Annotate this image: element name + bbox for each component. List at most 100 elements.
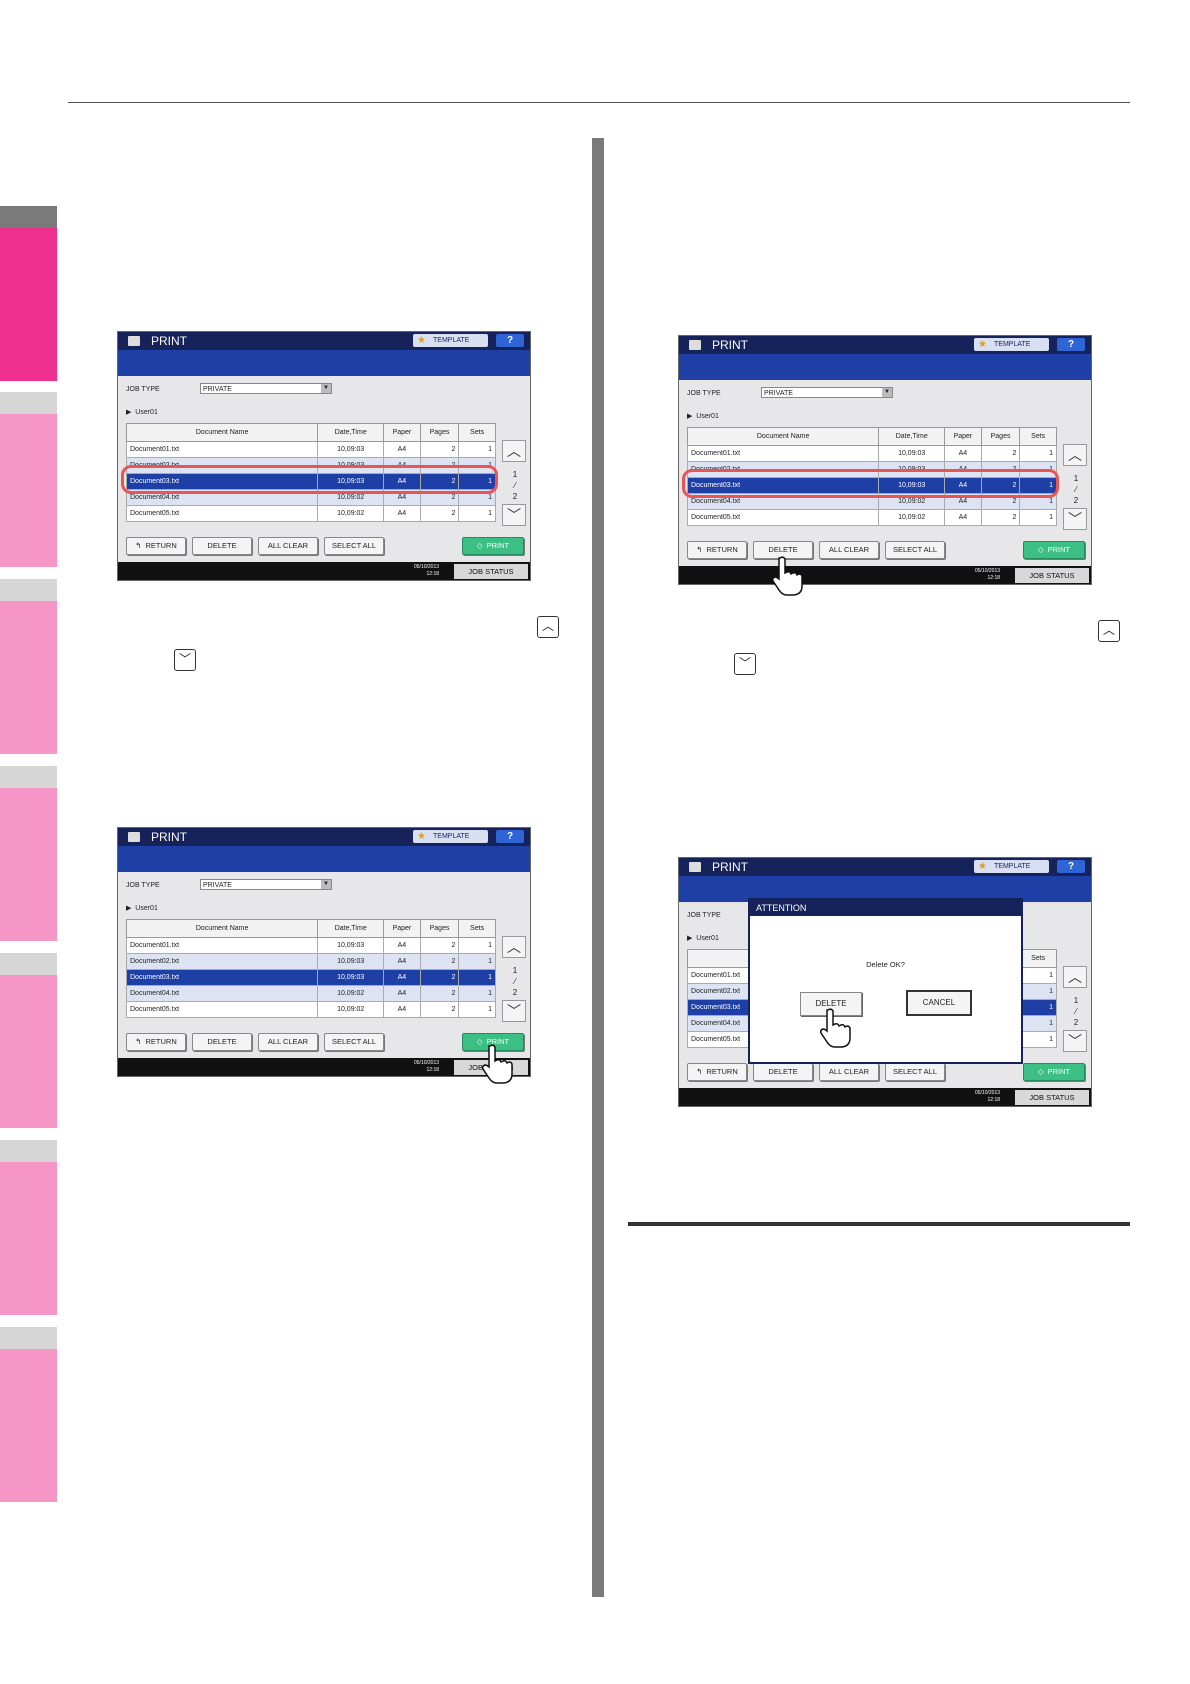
col-header[interactable]: Sets [1019,427,1057,446]
panel-title: PRINT [151,334,187,348]
template-button[interactable]: ★ TEMPLATE [413,830,488,843]
template-button[interactable]: ★ TEMPLATE [974,860,1049,873]
select-all-button[interactable]: SELECT ALL [324,537,384,555]
job-type-select[interactable]: PRIVATE ▼ [761,387,893,398]
scroll-up-button[interactable]: ︿ [502,440,526,462]
table-row[interactable]: Document05.txt10,09:02A421 [125,1001,496,1018]
help-button[interactable]: ? [1057,338,1085,351]
scroll-up-button[interactable]: ︿ [1063,444,1087,466]
cell-name: Document05.txt [125,1001,319,1018]
print-button[interactable]: ◇ PRINT [462,537,524,555]
scroll-down-button[interactable]: ﹀ [1063,1030,1087,1052]
job-type-label: JOB TYPE [126,386,160,393]
job-status-button[interactable]: JOB STATUS [1015,568,1089,583]
side-tab-1[interactable] [0,228,57,381]
side-tab-2[interactable] [0,414,57,567]
table-row[interactable]: Document05.txt10,09:02A421 [686,509,1057,526]
all-clear-button[interactable]: ALL CLEAR [258,537,318,555]
select-all-button[interactable]: SELECT ALL [885,1063,945,1081]
cell-name: Document01.txt [125,937,319,954]
col-header[interactable]: Document Name [125,919,319,938]
side-tab-top [0,766,57,788]
help-button[interactable]: ? [1057,860,1085,873]
return-button[interactable]: ↰ RETURN [687,1063,747,1081]
page-current: 1 [1073,474,1079,483]
side-tab-6[interactable] [0,1162,57,1315]
col-header[interactable]: Pages [419,919,460,938]
col-header[interactable]: Document Name [125,423,319,442]
clock-text: 05/10/2013 12:18 [975,1090,1001,1103]
job-type-value: PRIVATE [203,386,232,393]
table-row[interactable]: Document01.txt10,09:03A421 [125,937,496,954]
col-header[interactable]: Paper [383,919,421,938]
scroll-down-button[interactable]: ﹀ [502,1000,526,1022]
table-row[interactable]: Document02.txt10,09:03A421 [125,953,496,970]
screen-step3: PRINT ★ TEMPLATE ? JOB TYPE PRIVATE ▼ ▶ … [678,335,1092,585]
screen-step2: PRINT ★ TEMPLATE ? JOB TYPE PRIVATE ▼ ▶ … [117,827,531,1077]
col-header[interactable]: Paper [383,423,421,442]
table-row[interactable]: Document01.txt10,09:03A421 [125,441,496,458]
user-name: User01 [696,413,719,420]
return-arrow-icon: ↰ [696,1067,703,1076]
table-row[interactable]: Document05.txt10,09:02A421 [125,505,496,522]
select-all-button[interactable]: SELECT ALL [885,541,945,559]
clock: 05/10/2013 12:18 [414,1060,439,1074]
col-header[interactable]: Date,Time [878,427,946,446]
cell-name: Document05.txt [686,509,880,526]
template-button[interactable]: ★ TEMPLATE [974,338,1049,351]
screen-step1: PRINT ★ TEMPLATE ? JOB TYPE PRIVATE ▼ ▶ … [117,331,531,581]
return-button[interactable]: ↰ RETURN [126,1033,186,1051]
table-row[interactable]: Document03.txt10,09:03A421 [125,969,496,986]
col-header[interactable]: Pages [419,423,460,442]
col-header[interactable]: Date,Time [317,919,385,938]
job-type-select[interactable]: PRIVATE ▼ [200,879,332,890]
help-button[interactable]: ? [496,334,524,347]
job-status-button[interactable]: JOB STATUS [1015,1090,1089,1105]
return-button[interactable]: ↰ RETURN [126,537,186,555]
all-clear-button[interactable]: ALL CLEAR [819,1063,879,1081]
dialog-cancel-button[interactable]: CANCEL [906,990,972,1016]
print-button[interactable]: ◇ PRINT [1023,541,1085,559]
star-icon: ★ [417,831,426,842]
job-status-button[interactable]: JOB STATUS [454,564,528,579]
help-button[interactable]: ? [496,830,524,843]
cell-paper: A4 [944,509,982,526]
scroll-up-button[interactable]: ︿ [1063,966,1087,988]
cell-date: 10,09:03 [317,937,385,954]
col-header[interactable]: Sets [1019,949,1057,968]
scroll-up-button[interactable]: ︿ [502,936,526,958]
col-header[interactable]: Pages [980,427,1021,446]
col-header[interactable]: Date,Time [317,423,385,442]
scroll-down-button[interactable]: ﹀ [1063,508,1087,530]
col-header[interactable]: Sets [458,423,496,442]
panel-title-bar: PRINT ★ TEMPLATE ? [118,332,530,350]
printer-icon [128,832,140,842]
cell-name: Document04.txt [125,985,319,1002]
print-button[interactable]: ◇ PRINT [1023,1063,1085,1081]
table-row[interactable]: Document01.txt10,09:03A421 [686,445,1057,462]
col-header[interactable]: Paper [944,427,982,446]
cell-date: 10,09:02 [317,505,385,522]
side-tab-7[interactable] [0,1349,57,1502]
all-clear-button[interactable]: ALL CLEAR [258,1033,318,1051]
col-header[interactable]: Sets [458,919,496,938]
select-all-button[interactable]: SELECT ALL [324,1033,384,1051]
all-clear-button[interactable]: ALL CLEAR [819,541,879,559]
return-label: RETURN [706,545,738,554]
user-name: User01 [135,409,158,416]
delete-button[interactable]: DELETE [753,1063,813,1081]
table-row[interactable]: Document04.txt10,09:02A421 [125,985,496,1002]
delete-button[interactable]: DELETE [192,1033,252,1051]
side-tab-5[interactable] [0,975,57,1128]
star-icon: ★ [417,335,426,346]
template-label: TEMPLATE [433,833,470,840]
job-type-select[interactable]: PRIVATE ▼ [200,383,332,394]
return-button[interactable]: ↰ RETURN [687,541,747,559]
scroll-down-button[interactable]: ﹀ [502,504,526,526]
delete-button[interactable]: DELETE [192,537,252,555]
template-button[interactable]: ★ TEMPLATE [413,334,488,347]
side-tab-3[interactable] [0,601,57,754]
printer-icon [689,862,701,872]
col-header[interactable]: Document Name [686,427,880,446]
side-tab-4[interactable] [0,788,57,941]
